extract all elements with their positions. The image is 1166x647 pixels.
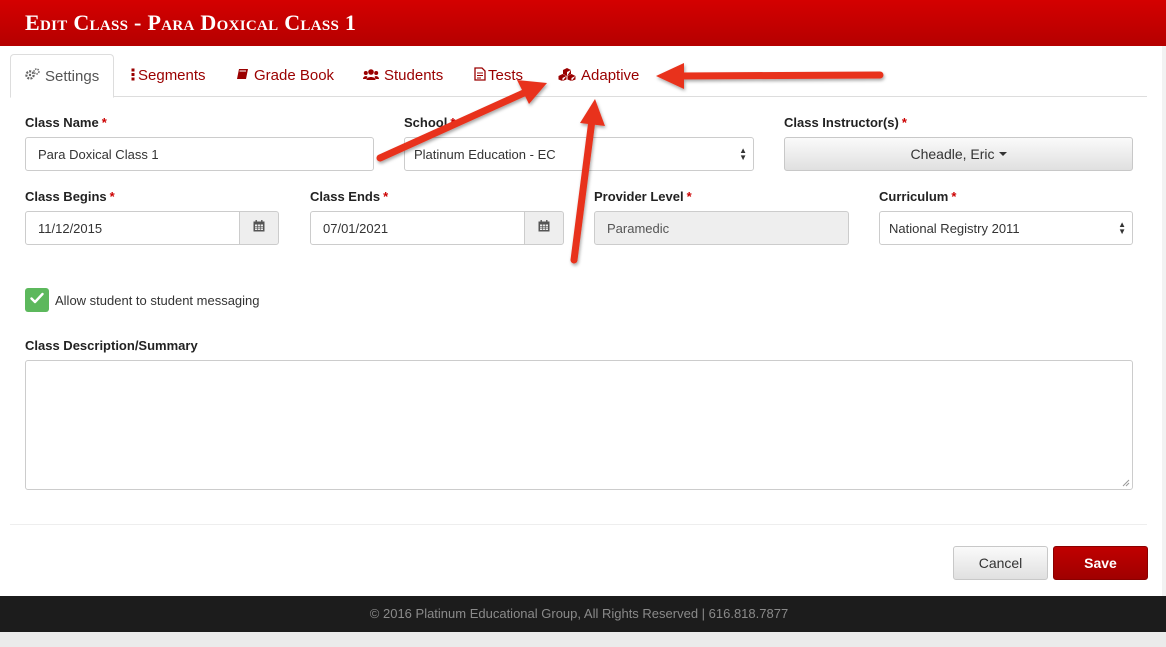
tab-grade-book-label: Grade Book: [254, 67, 335, 84]
book-icon: [236, 68, 249, 84]
instructor-dropdown-button[interactable]: Cheadle, Eric: [784, 137, 1133, 171]
tab-settings-label: Settings: [45, 67, 100, 85]
tab-tests[interactable]: Tests: [474, 54, 523, 97]
tab-adaptive[interactable]: Adaptive: [558, 54, 639, 97]
curriculum-label: Curriculum *: [879, 189, 957, 204]
school-label: School *: [404, 115, 456, 130]
divider: [10, 524, 1147, 525]
cancel-button[interactable]: Cancel: [953, 546, 1048, 580]
description-label: Class Description/Summary: [25, 338, 198, 353]
cubes-icon: [558, 67, 576, 84]
tab-adaptive-label: Adaptive: [581, 67, 640, 84]
provider-level-label: Provider Level *: [594, 189, 692, 204]
main-panel: [0, 46, 1162, 596]
tab-students-label: Students: [384, 67, 444, 84]
select-arrows-icon: ▲ ▼: [739, 146, 747, 162]
page-title: Edit Class - Para Doxical Class 1: [25, 10, 357, 35]
users-icon: [363, 68, 379, 84]
calendar-icon: [253, 219, 265, 237]
tab-students[interactable]: Students: [363, 54, 443, 97]
tab-segments-label: Segments: [138, 67, 206, 84]
bottom-strip: [0, 632, 1166, 647]
curriculum-select[interactable]: National Registry 2011 ▲ ▼: [879, 211, 1133, 245]
class-begins-label: Class Begins *: [25, 189, 115, 204]
class-name-input[interactable]: Para Doxical Class 1: [25, 137, 374, 171]
list-icon: [131, 68, 135, 84]
gears-icon: [25, 68, 40, 84]
tab-settings[interactable]: Settings: [10, 54, 115, 98]
description-textarea[interactable]: [25, 360, 1133, 490]
calendar-icon: [538, 219, 550, 237]
class-ends-input[interactable]: 07/01/2021: [310, 211, 525, 245]
class-name-label: Class Name *: [25, 115, 107, 130]
class-ends-calendar-button[interactable]: [524, 211, 564, 245]
footer-copyright: © 2016 Platinum Educational Group, All R…: [369, 606, 789, 621]
school-select[interactable]: Platinum Education - EC ▲ ▼: [404, 137, 754, 171]
tab-tests-label: Tests: [488, 67, 524, 84]
caret-down-icon: [998, 152, 1007, 156]
scrollbar[interactable]: [1162, 46, 1166, 596]
select-arrows-icon: ▲ ▼: [1118, 220, 1126, 236]
document-icon: [474, 67, 486, 84]
resize-handle-icon[interactable]: [1122, 479, 1130, 487]
messaging-label: Allow student to student messaging: [55, 293, 260, 308]
tab-segments[interactable]: Segments: [131, 54, 206, 97]
instructors-label: Class Instructor(s) *: [784, 115, 907, 130]
save-button[interactable]: Save: [1053, 546, 1148, 580]
title-bar: Edit Class - Para Doxical Class 1: [0, 0, 1166, 46]
class-ends-label: Class Ends *: [310, 189, 389, 204]
messaging-checkbox[interactable]: [25, 288, 49, 312]
class-begins-calendar-button[interactable]: [239, 211, 279, 245]
provider-level-field: Paramedic: [594, 211, 849, 245]
checkmark-icon: [30, 291, 44, 309]
tab-bar: Settings Segments Grade Book Students Te…: [10, 54, 1147, 98]
tab-grade-book[interactable]: Grade Book: [236, 54, 334, 97]
footer: © 2016 Platinum Educational Group, All R…: [0, 596, 1166, 632]
class-begins-input[interactable]: 11/12/2015: [25, 211, 240, 245]
